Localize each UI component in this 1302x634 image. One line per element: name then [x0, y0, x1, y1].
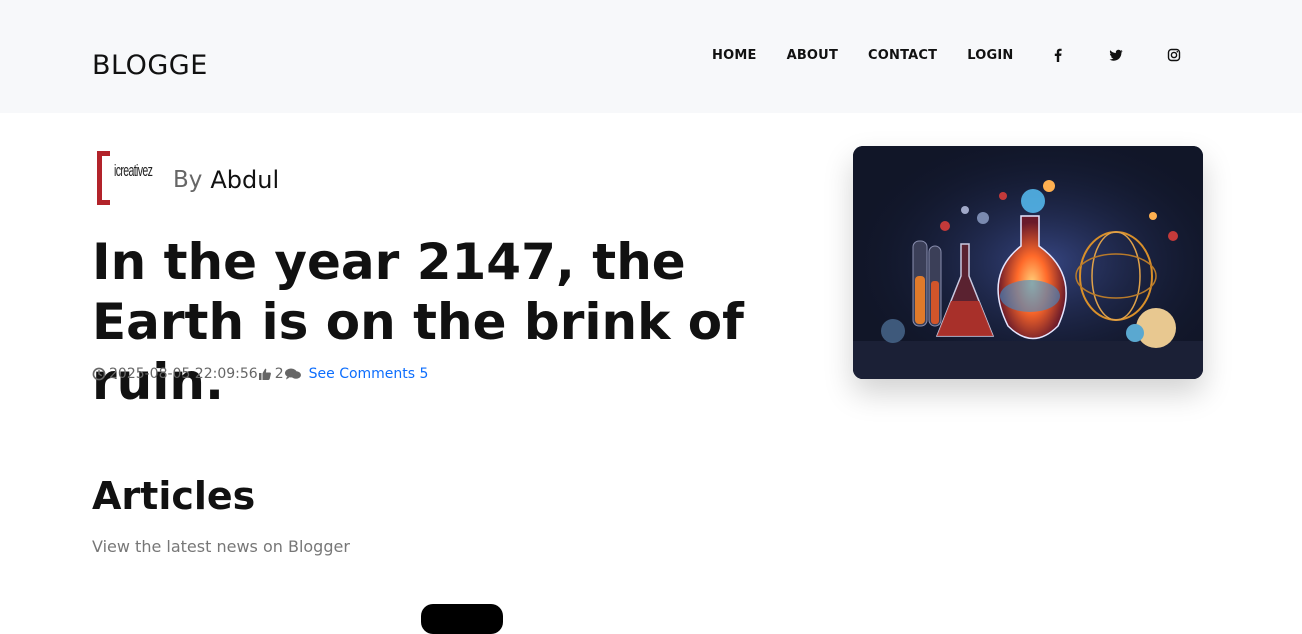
like-count: 2 — [274, 366, 284, 382]
instagram-icon[interactable] — [1166, 47, 1182, 63]
nav-contact[interactable]: CONTACT — [868, 48, 937, 63]
logo-text: icreativez — [114, 161, 153, 180]
twitter-icon[interactable] — [1108, 47, 1124, 63]
science-illustration — [853, 146, 1203, 379]
thumbs-up-icon[interactable] — [258, 367, 272, 381]
author-name[interactable]: Abdul — [210, 166, 279, 194]
post-hero-image — [853, 146, 1203, 379]
by-label: By — [173, 167, 203, 193]
articles-heading: Articles — [92, 474, 256, 518]
category-pill[interactable] — [421, 604, 503, 634]
comments-icon — [284, 367, 302, 381]
facebook-icon[interactable] — [1050, 47, 1066, 63]
see-comments-link[interactable]: See Comments 5 — [309, 366, 429, 382]
nav-about[interactable]: ABOUT — [787, 48, 838, 63]
clock-icon — [92, 367, 106, 381]
main-nav: HOME ABOUT CONTACT LOGIN — [712, 48, 1043, 63]
site-header: BLOGGE HOME ABOUT CONTACT LOGIN — [0, 0, 1302, 113]
post-meta: 2025-08-05 22:09:56 2 See Comments 5 — [92, 366, 428, 382]
author-logo: icreativez — [97, 151, 169, 209]
post-title: In the year 2147, the Earth is on the br… — [92, 233, 744, 411]
nav-login[interactable]: LOGIN — [967, 48, 1013, 63]
articles-subtitle: View the latest news on Blogger — [92, 537, 350, 556]
post-date: 2025-08-05 22:09:56 — [109, 366, 258, 382]
post-author: icreativez By Abdul — [97, 151, 279, 209]
nav-home[interactable]: HOME — [712, 48, 757, 63]
social-links — [1050, 47, 1224, 63]
site-brand[interactable]: BLOGGE — [92, 50, 208, 81]
logo-bracket — [97, 151, 110, 205]
